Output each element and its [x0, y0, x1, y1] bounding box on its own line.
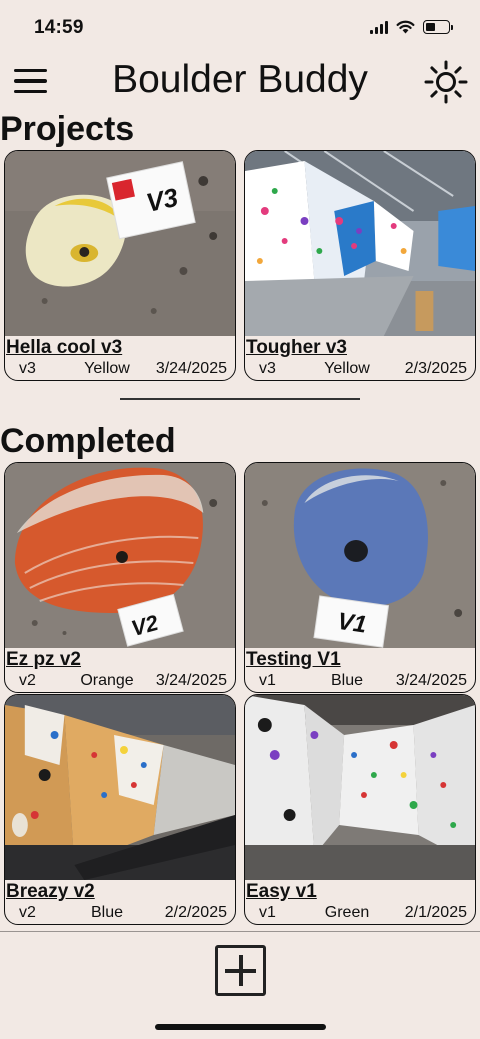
- climb-photo-yellow-hold: V3: [5, 151, 235, 336]
- svg-text:V1: V1: [336, 608, 369, 639]
- card-name: Testing V1: [246, 649, 341, 670]
- card-grade: v2: [19, 904, 36, 921]
- card-date: 2/3/2025: [404, 360, 467, 377]
- climb-photo-orange-hold: V2: [5, 463, 235, 648]
- card-date: 3/24/2025: [155, 360, 227, 377]
- card-grade: v3: [19, 360, 36, 377]
- climb-photo-gym-interior: [245, 151, 475, 336]
- card-date: 2/2/2025: [164, 904, 227, 921]
- status-bar: 14:59: [0, 0, 480, 56]
- completed-card[interactable]: V1 Testing V1 v1 Blue 3/24/2025: [244, 462, 476, 693]
- climb-photo-wood-wall: [5, 695, 235, 880]
- card-color: Yellow: [324, 360, 370, 377]
- card-grade: v1: [259, 904, 276, 921]
- completed-card[interactable]: Breazy v2 v2 Blue 2/2/2025: [4, 694, 236, 925]
- card-grade: v3: [259, 360, 276, 377]
- card-date: 2/1/2025: [404, 904, 467, 921]
- card-color: Blue: [90, 904, 124, 921]
- home-indicator: [155, 1024, 326, 1030]
- card-color: Orange: [80, 672, 134, 689]
- wifi-icon: [396, 20, 415, 34]
- card-meta: v1 Blue 3/24/2025: [245, 672, 475, 692]
- status-icons: [370, 20, 453, 34]
- status-time: 14:59: [34, 17, 84, 38]
- cellular-signal-icon: [370, 20, 388, 34]
- card-name: Ez pz v2: [6, 649, 81, 670]
- plus-square-icon[interactable]: [215, 945, 266, 996]
- card-name: Breazy v2: [6, 881, 95, 902]
- card-meta: v3 Yellow 2/3/2025: [245, 360, 475, 380]
- completed-heading: Completed: [0, 422, 176, 460]
- section-divider: [120, 398, 360, 400]
- card-date: 3/24/2025: [395, 672, 467, 689]
- app-title: Boulder Buddy: [112, 58, 368, 101]
- app-header: Boulder Buddy: [0, 56, 480, 108]
- card-color: Blue: [330, 672, 364, 689]
- card-name: Tougher v3: [246, 337, 347, 358]
- card-meta: v1 Green 2/1/2025: [245, 904, 475, 924]
- battery-icon: [423, 20, 453, 34]
- card-name: Easy v1: [246, 881, 317, 902]
- card-color: Yellow: [84, 360, 130, 377]
- project-card[interactable]: V3 Hella cool v3 v3 Yellow 3/24/2025: [4, 150, 236, 381]
- card-date: 3/24/2025: [155, 672, 227, 689]
- project-card[interactable]: Tougher v3 v3 Yellow 2/3/2025: [244, 150, 476, 381]
- completed-card[interactable]: V2 Ez pz v2 v2 Orange 3/24/2025: [4, 462, 236, 693]
- card-meta: v2 Blue 2/2/2025: [5, 904, 235, 924]
- card-color: Green: [324, 904, 370, 921]
- completed-card[interactable]: Easy v1 v1 Green 2/1/2025: [244, 694, 476, 925]
- projects-heading: Projects: [0, 110, 135, 148]
- card-meta: v3 Yellow 3/24/2025: [5, 360, 235, 380]
- climb-photo-blue-hold: V1: [245, 463, 475, 648]
- card-grade: v1: [259, 672, 276, 689]
- bottom-bar-divider: [0, 931, 480, 932]
- card-meta: v2 Orange 3/24/2025: [5, 672, 235, 692]
- sun-icon[interactable]: [422, 58, 470, 106]
- card-name: Hella cool v3: [6, 337, 123, 358]
- card-grade: v2: [19, 672, 36, 689]
- climb-photo-white-wall: [245, 695, 475, 880]
